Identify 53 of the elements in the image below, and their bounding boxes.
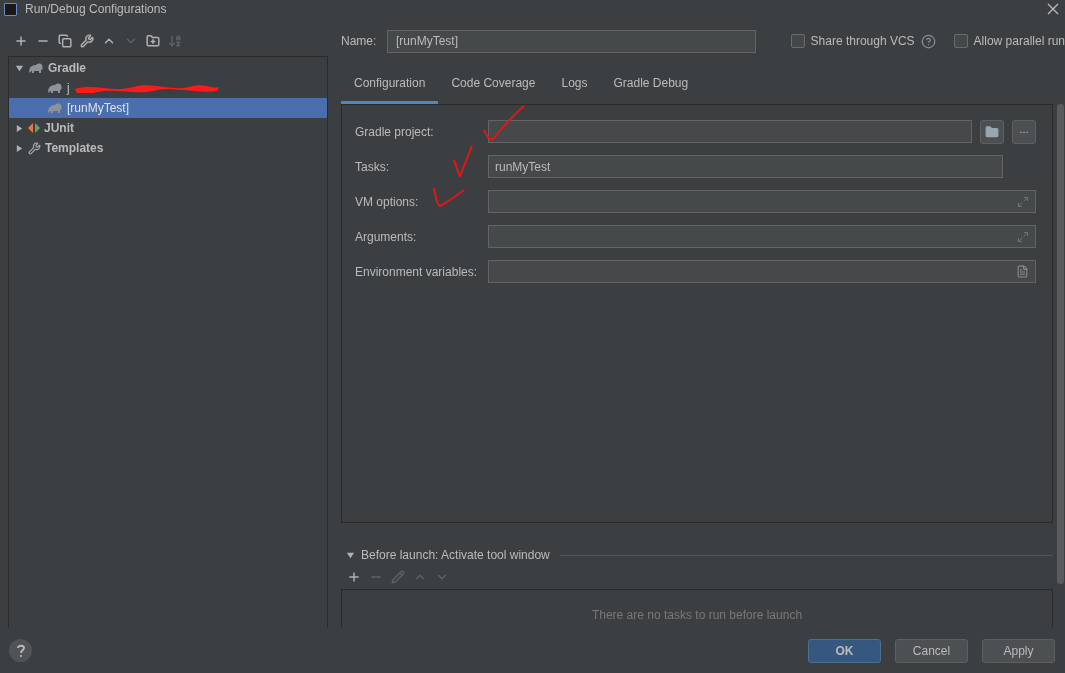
- text-field[interactable]: [488, 260, 1036, 283]
- expanded-arrow-icon[interactable]: [346, 550, 355, 560]
- name-label: Name:: [341, 33, 378, 50]
- expand-icon[interactable]: [1017, 195, 1029, 208]
- tree-item-label: JUnit: [44, 120, 74, 137]
- browse-button[interactable]: ...: [1012, 119, 1036, 144]
- help-icon[interactable]: [920, 33, 936, 49]
- field-label: VM options:: [355, 193, 420, 211]
- field-label: Arguments:: [355, 228, 418, 246]
- dialog-button[interactable]: Apply: [982, 638, 1055, 663]
- dialog-button[interactable]: OK: [808, 638, 881, 663]
- checkbox[interactable]: [790, 34, 805, 48]
- tree-item-label: [runMyTest]: [67, 100, 129, 117]
- diamond-arrows-icon: [28, 122, 40, 134]
- tree-item-label: Gradle: [48, 60, 86, 77]
- question-mark-icon: [15, 643, 26, 658]
- tree-item[interactable]: Templates: [9, 138, 327, 158]
- text-field[interactable]: runMyTest: [488, 155, 1003, 178]
- dialog-button[interactable]: Cancel: [895, 638, 968, 663]
- empty-list-text: There are no tasks to run before launch: [591, 607, 803, 624]
- tree-item[interactable]: Gradle: [9, 58, 327, 78]
- close-icon[interactable]: [1045, 1, 1061, 17]
- folder-button[interactable]: [980, 119, 1004, 144]
- elephant-icon: [47, 82, 63, 94]
- field-label: Tasks:: [355, 158, 390, 176]
- app-logo-icon: [4, 2, 17, 16]
- tab[interactable]: Code Coverage: [438, 68, 549, 104]
- checkbox-label: Share through VCS: [810, 33, 915, 50]
- expand-icon[interactable]: [1017, 230, 1029, 243]
- tree-item-label: Templates: [45, 140, 104, 157]
- section-title: Before launch: Activate tool window: [361, 547, 550, 564]
- tab[interactable]: Logs: [548, 68, 601, 104]
- text-field[interactable]: [488, 190, 1036, 213]
- checkbox-label: Allow parallel run: [973, 33, 1065, 50]
- text-field[interactable]: [488, 225, 1036, 248]
- expanded-arrow-icon[interactable]: [15, 63, 24, 73]
- field-label: Environment variables:: [355, 263, 479, 281]
- field-label: Gradle project:: [355, 123, 435, 141]
- tree-item-label: j: [67, 80, 70, 97]
- wrench-icon: [28, 141, 41, 155]
- tree-item[interactable]: JUnit: [9, 118, 327, 138]
- name-field[interactable]: [runMyTest]: [387, 29, 756, 53]
- folder-icon: [985, 124, 999, 139]
- tree-item[interactable]: [runMyTest]: [9, 98, 327, 118]
- tree-item[interactable]: j: [9, 78, 327, 98]
- checkbox[interactable]: [953, 34, 968, 48]
- help-button[interactable]: [9, 639, 32, 662]
- document-icon[interactable]: [1016, 265, 1029, 278]
- elephant-icon: [47, 102, 63, 114]
- window-title: Run/Debug Configurations: [25, 1, 167, 18]
- elephant-icon: [28, 62, 44, 74]
- tab[interactable]: Gradle Debug: [600, 68, 702, 104]
- text-field[interactable]: [488, 120, 972, 143]
